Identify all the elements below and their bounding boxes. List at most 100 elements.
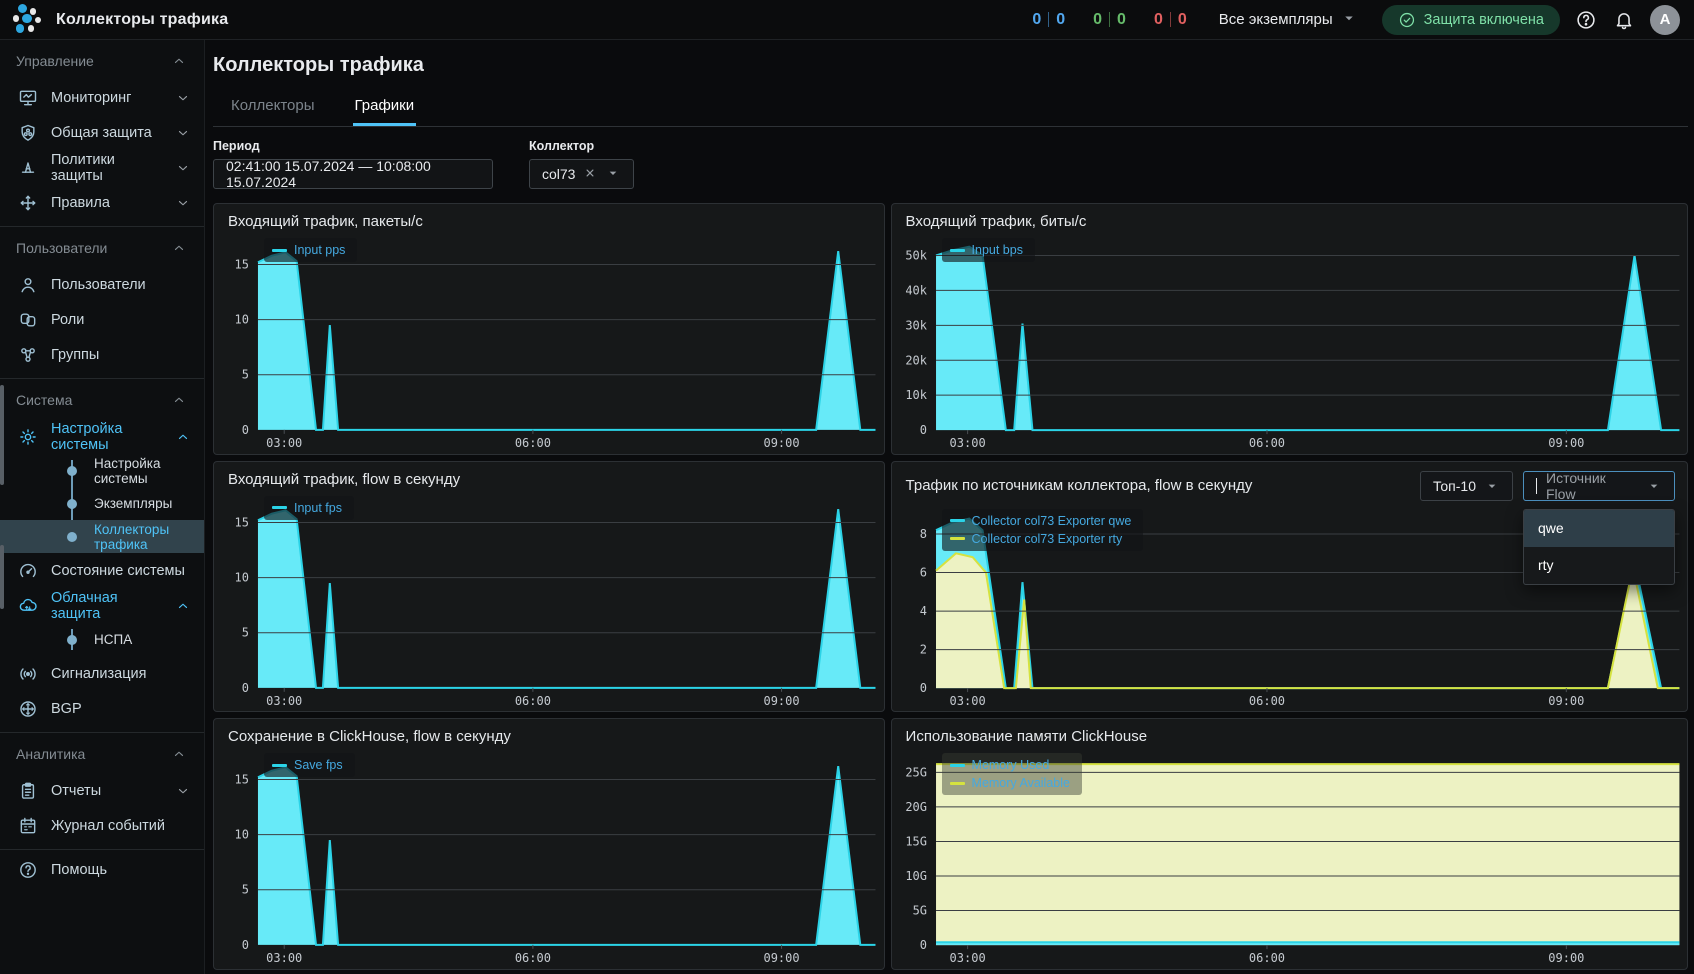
chart-legend: Input fps xyxy=(264,495,354,520)
sidebar-item-настройка-системы[interactable]: Настройка системы xyxy=(0,419,204,454)
sidebar: Управление Мониторинг Общая защита Политики… xyxy=(0,40,205,974)
counter-group[interactable]: 00 xyxy=(1032,11,1065,29)
tab-коллекторы[interactable]: Коллекторы xyxy=(229,91,317,126)
bell-icon[interactable] xyxy=(1612,8,1636,32)
legend-item[interactable]: Input bps xyxy=(949,243,1023,257)
gear-icon xyxy=(18,427,38,447)
tab-графики[interactable]: Графики xyxy=(352,91,417,126)
svg-text:0: 0 xyxy=(242,938,249,952)
svg-text:06:00: 06:00 xyxy=(1248,694,1284,708)
sidebar-item-политики-защиты[interactable]: Политики защиты xyxy=(0,150,204,185)
svg-text:5: 5 xyxy=(242,625,249,639)
text-cursor xyxy=(1536,477,1537,494)
legend-label: Collector col73 Exporter qwe xyxy=(971,513,1132,528)
legend-item[interactable]: Memory Available xyxy=(949,776,1070,791)
period-label: Период xyxy=(213,139,260,153)
chevron-up-sm xyxy=(176,430,190,444)
status-counters: 000000 xyxy=(1032,11,1186,29)
sidebar-item-группы[interactable]: Группы xyxy=(0,337,204,372)
top10-select[interactable]: Топ-10 xyxy=(1419,470,1513,501)
sidebar-subitem-коллекторы-трафика[interactable]: Коллекторы трафика xyxy=(0,520,204,553)
chart-svg: 0 5 10 15 03:00 06:00 09:00 xyxy=(235,251,876,450)
source-flow-select[interactable]: Источник Flow xyxy=(1523,470,1675,502)
chart-panel-header: Сохранение в ClickHouse, flow в секунду xyxy=(214,719,884,745)
chart-plot: Input pps 0 5 10 15 03:00 06:00 09:00 xyxy=(214,230,884,454)
sidebar-item-label: Настройка системы xyxy=(51,420,123,453)
close-icon[interactable] xyxy=(583,166,597,183)
dropdown-option-qwe[interactable]: qwe xyxy=(1524,509,1674,547)
counter-value: 0 xyxy=(1093,10,1103,28)
svg-text:20G: 20G xyxy=(905,800,927,814)
legend-label: Memory Available xyxy=(971,776,1070,791)
svg-text:03:00: 03:00 xyxy=(266,693,302,707)
svg-text:0: 0 xyxy=(919,423,926,437)
sidebar-section-title: Система xyxy=(16,392,73,408)
legend-swatch xyxy=(949,763,965,767)
legend-item[interactable]: Input fps xyxy=(272,501,342,515)
svg-text:0: 0 xyxy=(242,423,249,437)
sidebar-item-сигнализация[interactable]: Сигнализация xyxy=(0,656,204,691)
sidebar-item-облачная-защита[interactable]: Облачная защита xyxy=(0,588,204,623)
svg-text:09:00: 09:00 xyxy=(764,693,800,707)
svg-text:03:00: 03:00 xyxy=(266,436,302,450)
sidebar-section-header[interactable]: Система xyxy=(0,381,204,419)
counter-group[interactable]: 00 xyxy=(1154,11,1187,29)
chart-panel-2: Входящий трафик, биты/с Input bps 0 10k 20k 3… xyxy=(890,203,1688,455)
svg-text:06:00: 06:00 xyxy=(515,693,551,707)
chart-panel-4: qwe rty Трафик по источникам коллектора, f… xyxy=(890,460,1688,713)
chart-panel-header: Трафик по источникам коллектора, flow в … xyxy=(892,462,1687,502)
sidebar-item-состояние-системы[interactable]: Состояние системы xyxy=(0,553,204,588)
sidebar-subitem-экземпляры[interactable]: Экземпляры xyxy=(0,487,204,520)
chevron-up-sm xyxy=(172,54,186,68)
sidebar-item-bgp[interactable]: BGP xyxy=(0,691,204,726)
chart-panel-header: Входящий трафик, flow в секунду xyxy=(214,462,884,488)
counter-group[interactable]: 00 xyxy=(1093,11,1126,29)
sidebar-item-журнал-событий[interactable]: Журнал событий xyxy=(0,808,204,843)
legend-item[interactable]: Memory Used xyxy=(949,758,1070,772)
help-icon[interactable] xyxy=(1574,8,1598,32)
legend-item[interactable]: Collector col73 Exporter rty xyxy=(949,532,1132,546)
sidebar-item-label: Общая защита xyxy=(51,124,152,141)
sidebar-item-общая-защита[interactable]: Общая защита xyxy=(0,115,204,150)
chart-legend: Memory Used Memory Available xyxy=(941,753,1082,796)
protection-status-button[interactable]: Защита включена xyxy=(1381,4,1560,35)
sidebar-item-отчеты[interactable]: Отчеты xyxy=(0,773,204,808)
sidebar-subitem-настройка-системы[interactable]: Настройка системы xyxy=(0,454,204,487)
monitor-icon xyxy=(18,88,38,108)
sidebar-section-header[interactable]: Пользователи xyxy=(0,229,204,267)
sidebar-section-header[interactable]: Управление xyxy=(0,42,204,80)
sidebar-item-пользователи[interactable]: Пользователи xyxy=(0,267,204,302)
sidebar-section-title: Аналитика xyxy=(16,746,86,762)
period-input[interactable]: 02:41:00 15.07.2024 — 10:08:00 15.07.202… xyxy=(213,158,493,190)
sidebar-scrollbar-segment[interactable] xyxy=(0,385,4,485)
instance-selector-label: Все экземпляры xyxy=(1218,11,1333,28)
sidebar-submenu: НСПА xyxy=(0,623,204,656)
sidebar-scrollbar-segment[interactable] xyxy=(0,545,4,609)
avatar[interactable]: A xyxy=(1650,4,1680,35)
legend-label: Input bps xyxy=(971,243,1023,257)
collector-select[interactable]: col73 xyxy=(529,159,635,189)
legend-item[interactable]: Collector col73 Exporter qwe xyxy=(949,513,1132,528)
report-icon xyxy=(18,781,38,801)
sidebar-item-правила[interactable]: Правила xyxy=(0,185,204,220)
sidebar-item-роли[interactable]: Роли xyxy=(0,302,204,337)
chart-legend: Save fps xyxy=(264,753,355,778)
sidebar-item-label: Группы xyxy=(51,346,100,363)
sidebar-item-мониторинг[interactable]: Мониторинг xyxy=(0,80,204,115)
svg-text:06:00: 06:00 xyxy=(515,951,551,965)
sidebar-item-label: Пользователи xyxy=(51,276,146,293)
sidebar-subitem-нспа[interactable]: НСПА xyxy=(0,623,204,656)
chart-plot: Input bps 0 10k 20k 30k 40k 50k 03:00 06:00 09:00 xyxy=(892,230,1687,454)
counter-value: 0 xyxy=(1153,10,1163,28)
legend-item[interactable]: Input pps xyxy=(272,243,345,257)
sidebar-item-помощь[interactable]: Помощь xyxy=(0,852,204,887)
sidebar-section: Аналитика Отчеты Журнал событий xyxy=(0,732,204,849)
legend-label: Save fps xyxy=(294,758,343,773)
legend-item[interactable]: Save fps xyxy=(272,758,343,772)
sidebar-section-header[interactable]: Аналитика xyxy=(0,735,204,773)
chart-panel-header: Использование памяти ClickHouse xyxy=(892,719,1687,745)
svg-text:06:00: 06:00 xyxy=(515,436,551,450)
instance-selector[interactable]: Все экземпляры xyxy=(1219,9,1358,31)
chart-panel-6: Использование памяти ClickHouse Memory Us… xyxy=(890,718,1688,970)
dropdown-option-rty[interactable]: rty xyxy=(1524,547,1674,584)
